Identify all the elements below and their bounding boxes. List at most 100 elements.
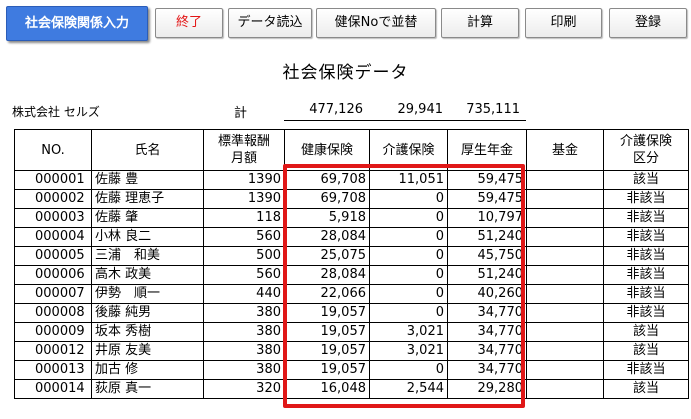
- cell-pension[interactable]: 34,770: [447, 341, 527, 361]
- cell-care-insurance[interactable]: 3,021: [369, 322, 448, 342]
- register-button[interactable]: 登録: [609, 8, 687, 38]
- cell-name[interactable]: 井原 友美: [91, 341, 204, 361]
- cell-no[interactable]: 000001: [14, 170, 92, 190]
- cell-standard-pay[interactable]: 560: [203, 227, 285, 247]
- cell-care-category[interactable]: 非該当: [603, 208, 689, 228]
- cell-name[interactable]: 佐藤 理恵子: [91, 189, 204, 209]
- cell-care-insurance[interactable]: 0: [369, 246, 448, 266]
- cell-fund[interactable]: [526, 246, 604, 266]
- sort-by-health-no-button[interactable]: 健保Noで並替: [316, 8, 436, 38]
- cell-fund[interactable]: [526, 341, 604, 361]
- cell-health-insurance[interactable]: 69,708: [284, 170, 370, 190]
- cell-standard-pay[interactable]: 440: [203, 284, 285, 304]
- cell-pension[interactable]: 51,240: [447, 227, 527, 247]
- total-pension[interactable]: 735,111: [466, 102, 520, 117]
- cell-pension[interactable]: 34,770: [447, 322, 527, 342]
- cell-pension[interactable]: 45,750: [447, 246, 527, 266]
- cell-care-category[interactable]: 該当: [603, 322, 689, 342]
- cell-care-category[interactable]: 該当: [603, 341, 689, 361]
- cell-no[interactable]: 000008: [14, 303, 92, 323]
- cell-health-insurance[interactable]: 19,057: [284, 360, 370, 380]
- cell-pension[interactable]: 40,260: [447, 284, 527, 304]
- cell-health-insurance[interactable]: 28,084: [284, 227, 370, 247]
- cell-fund[interactable]: [526, 322, 604, 342]
- cell-care-insurance[interactable]: 3,021: [369, 341, 448, 361]
- cell-name[interactable]: 高木 政美: [91, 265, 204, 285]
- cell-care-insurance[interactable]: 0: [369, 303, 448, 323]
- cell-care-insurance[interactable]: 0: [369, 284, 448, 304]
- cell-pension[interactable]: 59,475: [447, 189, 527, 209]
- cell-fund[interactable]: [526, 170, 604, 190]
- cell-standard-pay[interactable]: 320: [203, 379, 285, 399]
- cell-fund[interactable]: [526, 227, 604, 247]
- cell-standard-pay[interactable]: 1390: [203, 189, 285, 209]
- cell-care-category[interactable]: 該当: [603, 170, 689, 190]
- cell-name[interactable]: 後藤 純男: [91, 303, 204, 323]
- cell-pension[interactable]: 59,475: [447, 170, 527, 190]
- cell-health-insurance[interactable]: 19,057: [284, 303, 370, 323]
- cell-standard-pay[interactable]: 500: [203, 246, 285, 266]
- cell-pension[interactable]: 34,770: [447, 360, 527, 380]
- cell-name[interactable]: 荻原 真一: [91, 379, 204, 399]
- load-data-button[interactable]: データ読込: [228, 8, 312, 38]
- cell-care-insurance[interactable]: 0: [369, 265, 448, 285]
- cell-care-insurance[interactable]: 0: [369, 208, 448, 228]
- cell-health-insurance[interactable]: 69,708: [284, 189, 370, 209]
- cell-no[interactable]: 000006: [14, 265, 92, 285]
- cell-fund[interactable]: [526, 189, 604, 209]
- social-insurance-input-button[interactable]: 社会保険関係入力: [6, 6, 148, 41]
- cell-pension[interactable]: 34,770: [447, 303, 527, 323]
- cell-standard-pay[interactable]: 380: [203, 360, 285, 380]
- cell-no[interactable]: 000003: [14, 208, 92, 228]
- cell-standard-pay[interactable]: 380: [203, 303, 285, 323]
- cell-care-insurance[interactable]: 0: [369, 227, 448, 247]
- cell-no[interactable]: 000009: [14, 322, 92, 342]
- cell-care-category[interactable]: 非該当: [603, 265, 689, 285]
- cell-fund[interactable]: [526, 265, 604, 285]
- cell-name[interactable]: 坂本 秀樹: [91, 322, 204, 342]
- cell-name[interactable]: 佐藤 肇: [91, 208, 204, 228]
- cell-care-category[interactable]: 非該当: [603, 227, 689, 247]
- calculate-button[interactable]: 計算: [441, 8, 519, 38]
- cell-pension[interactable]: 29,280: [447, 379, 527, 399]
- cell-care-category[interactable]: 非該当: [603, 246, 689, 266]
- cell-name[interactable]: 伊勢 順一: [91, 284, 204, 304]
- cell-care-category[interactable]: 該当: [603, 379, 689, 399]
- cell-health-insurance[interactable]: 25,075: [284, 246, 370, 266]
- cell-no[interactable]: 000004: [14, 227, 92, 247]
- cell-care-insurance[interactable]: 0: [369, 360, 448, 380]
- print-button[interactable]: 印刷: [525, 8, 602, 38]
- cell-fund[interactable]: [526, 208, 604, 228]
- exit-button[interactable]: 終了: [155, 8, 223, 38]
- cell-care-category[interactable]: 非該当: [603, 360, 689, 380]
- cell-standard-pay[interactable]: 1390: [203, 170, 285, 190]
- cell-fund[interactable]: [526, 360, 604, 380]
- cell-standard-pay[interactable]: 560: [203, 265, 285, 285]
- cell-care-category[interactable]: 非該当: [603, 284, 689, 304]
- cell-health-insurance[interactable]: 19,057: [284, 341, 370, 361]
- cell-health-insurance[interactable]: 5,918: [284, 208, 370, 228]
- total-care-insurance[interactable]: 29,941: [398, 102, 444, 117]
- cell-pension[interactable]: 51,240: [447, 265, 527, 285]
- cell-care-category[interactable]: 非該当: [603, 189, 689, 209]
- cell-care-insurance[interactable]: 0: [369, 189, 448, 209]
- cell-health-insurance[interactable]: 19,057: [284, 322, 370, 342]
- cell-health-insurance[interactable]: 16,048: [284, 379, 370, 399]
- cell-fund[interactable]: [526, 284, 604, 304]
- cell-name[interactable]: 三浦 和美: [91, 246, 204, 266]
- cell-health-insurance[interactable]: 28,084: [284, 265, 370, 285]
- cell-fund[interactable]: [526, 379, 604, 399]
- cell-name[interactable]: 佐藤 豊: [91, 170, 204, 190]
- cell-pension[interactable]: 10,797: [447, 208, 527, 228]
- cell-standard-pay[interactable]: 118: [203, 208, 285, 228]
- total-health-insurance[interactable]: 477,126: [309, 102, 363, 117]
- cell-health-insurance[interactable]: 22,066: [284, 284, 370, 304]
- cell-name[interactable]: 小林 良二: [91, 227, 204, 247]
- cell-standard-pay[interactable]: 380: [203, 322, 285, 342]
- cell-standard-pay[interactable]: 380: [203, 341, 285, 361]
- cell-care-category[interactable]: 非該当: [603, 303, 689, 323]
- cell-care-insurance[interactable]: 11,051: [369, 170, 448, 190]
- cell-no[interactable]: 000014: [14, 379, 92, 399]
- cell-fund[interactable]: [526, 303, 604, 323]
- cell-no[interactable]: 000012: [14, 341, 92, 361]
